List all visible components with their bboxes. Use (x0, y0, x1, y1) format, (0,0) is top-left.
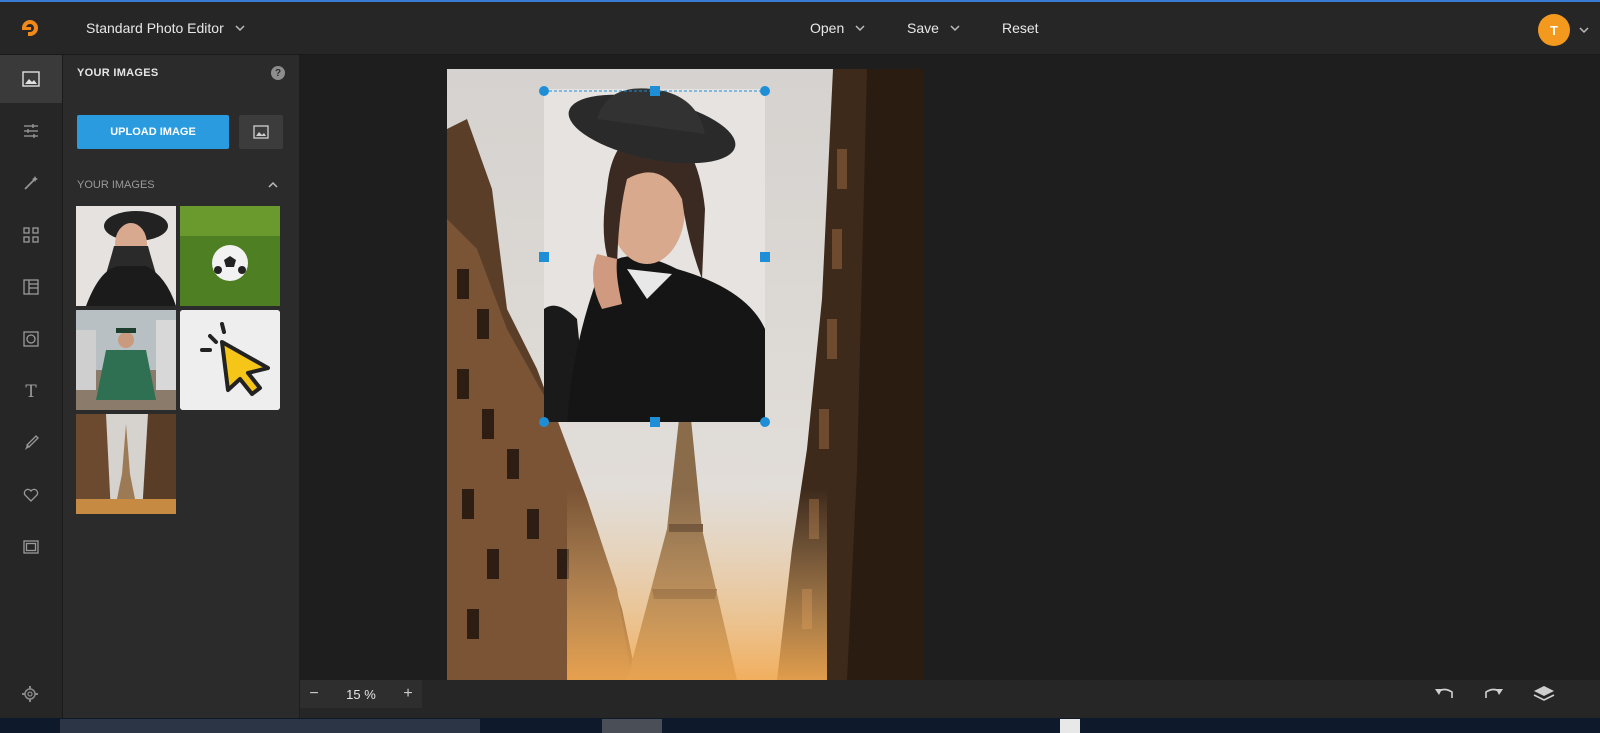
image-icon (253, 125, 269, 139)
cursor-click-icon (180, 310, 280, 410)
redo-icon[interactable] (1482, 684, 1506, 704)
zoom-in-button[interactable]: + (394, 680, 422, 708)
top-bar: Standard Photo Editor Open Save Reset T (0, 2, 1600, 55)
rail-frames[interactable] (0, 315, 62, 363)
chevron-down-icon (235, 25, 245, 32)
chevron-down-icon[interactable] (1578, 24, 1590, 36)
help-icon[interactable]: ? (271, 66, 285, 80)
frame-icon (23, 331, 39, 347)
editor-mode-label: Standard Photo Editor (86, 20, 224, 36)
chevron-down-icon (950, 25, 960, 32)
image-library-button[interactable] (239, 115, 283, 149)
thumbnail-image (76, 414, 176, 514)
reset-label: Reset (1002, 20, 1039, 36)
save-menu[interactable]: Save (907, 2, 961, 54)
rail-borders[interactable] (0, 523, 62, 571)
rail-adjust[interactable] (0, 107, 62, 155)
gear-icon[interactable] (20, 684, 40, 704)
rail-text[interactable]: T (0, 367, 62, 415)
rail-draw[interactable] (0, 419, 62, 467)
rail-effects[interactable] (0, 159, 62, 207)
thumbnail-soccer-ball[interactable] (180, 206, 280, 306)
rail-collage[interactable] (0, 211, 62, 259)
reset-button[interactable]: Reset (1002, 2, 1039, 54)
thumbnail-image (180, 206, 280, 306)
open-label: Open (810, 20, 845, 36)
svg-text:T: T (25, 382, 37, 401)
canvas-image (447, 69, 923, 680)
thumbnail-image (76, 206, 176, 306)
taskbar-item[interactable] (602, 719, 662, 733)
text-icon: T (25, 382, 37, 401)
layers-icon[interactable] (1532, 684, 1556, 704)
images-panel: YOUR IMAGES ? UPLOAD IMAGE YOUR IMAGES (63, 55, 299, 723)
editor-mode-selector[interactable]: Standard Photo Editor (86, 2, 246, 54)
save-label: Save (907, 20, 939, 36)
open-menu[interactable]: Open (810, 2, 866, 54)
thumbnail-graduate[interactable] (76, 310, 176, 410)
brush-icon (25, 435, 39, 450)
thumbnail-eiffel-street[interactable] (76, 414, 176, 514)
zoom-level: 15 % (346, 686, 376, 702)
zoom-out-button[interactable]: − (300, 680, 328, 708)
layout-icon (23, 279, 39, 295)
app-logo-icon[interactable] (18, 16, 42, 40)
heart-icon (23, 488, 39, 502)
chevron-up-icon[interactable] (267, 179, 279, 191)
rail-layout[interactable] (0, 263, 62, 311)
os-taskbar (0, 718, 1600, 733)
thumbnail-woman-hat[interactable] (76, 206, 176, 306)
bottom-toolbar: − 15 % + (300, 680, 1600, 718)
avatar-initial: T (1550, 22, 1558, 38)
sliders-icon (24, 124, 38, 138)
canvas-area[interactable] (300, 55, 1600, 680)
taskbar-item[interactable] (60, 719, 480, 733)
zoom-control: − 15 % + (300, 680, 422, 708)
chevron-down-icon (855, 25, 865, 32)
border-icon (23, 540, 39, 554)
thumbnail-cursor-icon[interactable] (180, 310, 280, 410)
upload-image-button[interactable]: UPLOAD IMAGE (77, 115, 229, 149)
canvas-photo[interactable] (447, 69, 923, 680)
rail-images[interactable] (0, 55, 62, 103)
thumbnail-image (76, 310, 176, 410)
rail-stickers[interactable] (0, 471, 62, 519)
user-avatar[interactable]: T (1538, 14, 1570, 46)
grid-icon (23, 227, 39, 243)
panel-title: YOUR IMAGES (77, 67, 159, 79)
image-icon (22, 71, 40, 87)
section-label: YOUR IMAGES (77, 179, 155, 191)
taskbar-item[interactable] (1060, 719, 1080, 733)
magic-wand-icon (24, 176, 38, 190)
tool-rail: T (0, 55, 63, 723)
undo-icon[interactable] (1432, 684, 1456, 704)
